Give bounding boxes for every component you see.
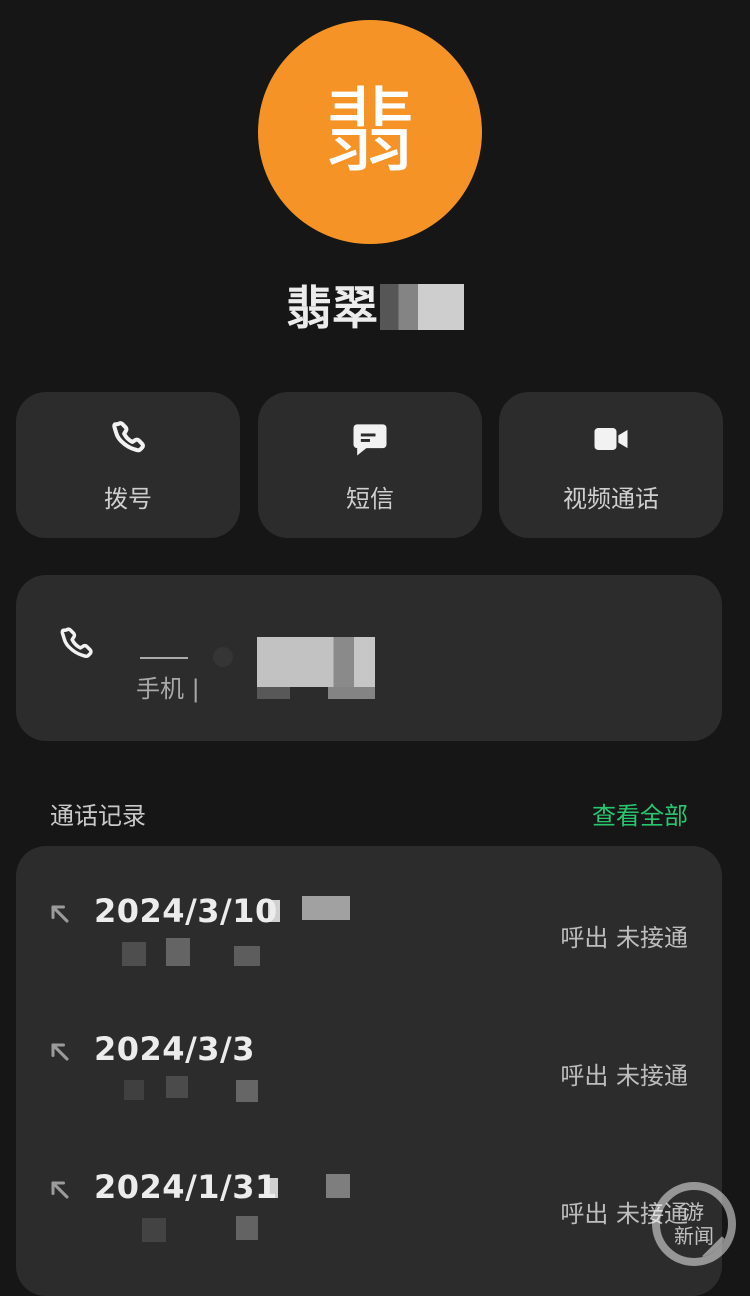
phone-type-label: 手机 | <box>136 669 200 704</box>
contact-name-text: 翡翠 <box>286 281 378 335</box>
view-all-link[interactable]: 查看全部 <box>592 796 688 831</box>
phone-type-text: 手机 <box>136 675 184 703</box>
dial-label: 拨号 <box>104 484 152 513</box>
phone-icon <box>112 420 145 452</box>
watermark-line-1: 游 <box>684 1200 704 1224</box>
call-log-list: 2024/3/10 呼出 未接通 2024/3/3 呼出 未接通 2024/1/… <box>16 846 722 1296</box>
privacy-mask <box>326 1174 350 1198</box>
avatar-initial: 翡 <box>323 78 416 185</box>
name-privacy-mask <box>380 284 464 330</box>
phone-number-mask-line <box>140 657 188 659</box>
contact-avatar: 翡 <box>258 20 482 244</box>
privacy-mask <box>142 1218 166 1242</box>
call-status: 呼出 未接通 <box>560 924 688 952</box>
watermark-line-2: 新闻 <box>674 1224 714 1248</box>
privacy-mask <box>236 1080 258 1102</box>
privacy-mask <box>124 1080 144 1100</box>
privacy-mask <box>266 1178 278 1198</box>
dial-button[interactable]: 拨号 <box>16 392 240 538</box>
call-date: 2024/3/10 <box>94 892 278 930</box>
privacy-mask <box>302 896 350 920</box>
privacy-mask <box>236 1216 258 1240</box>
call-log-item[interactable]: 2024/3/3 呼出 未接通 <box>16 1016 722 1146</box>
privacy-mask <box>166 938 190 966</box>
outgoing-call-icon <box>51 1181 69 1199</box>
phone-number-card[interactable]: 手机 | <box>16 575 722 741</box>
outgoing-call-icon <box>51 1043 69 1061</box>
call-status: 呼出 未接通 <box>560 1062 688 1090</box>
phone-separator: | <box>191 675 200 703</box>
video-icon <box>594 427 628 450</box>
outgoing-call-icon <box>51 905 69 923</box>
call-date: 2024/3/3 <box>94 1030 255 1068</box>
message-icon <box>353 423 387 455</box>
phone-icon <box>60 627 93 659</box>
call-date: 2024/1/31 <box>94 1168 278 1206</box>
call-log-title: 通话记录 <box>50 802 146 830</box>
call-log-item[interactable]: 2024/3/10 呼出 未接通 <box>16 878 722 1008</box>
watermark-logo: 游 新闻 <box>652 1182 736 1266</box>
privacy-mask <box>268 900 280 922</box>
video-call-button[interactable]: 视频通话 <box>499 392 723 538</box>
privacy-mask <box>166 1076 188 1098</box>
privacy-mask <box>122 942 146 966</box>
phone-number-privacy-mask <box>213 637 375 699</box>
call-log-item[interactable]: 2024/1/31 呼出 未接通 <box>16 1154 722 1284</box>
privacy-mask <box>234 946 260 966</box>
contact-name: 翡翠 <box>0 278 750 338</box>
sms-label: 短信 <box>346 484 394 513</box>
video-call-label: 视频通话 <box>563 484 659 513</box>
sms-button[interactable]: 短信 <box>258 392 482 538</box>
